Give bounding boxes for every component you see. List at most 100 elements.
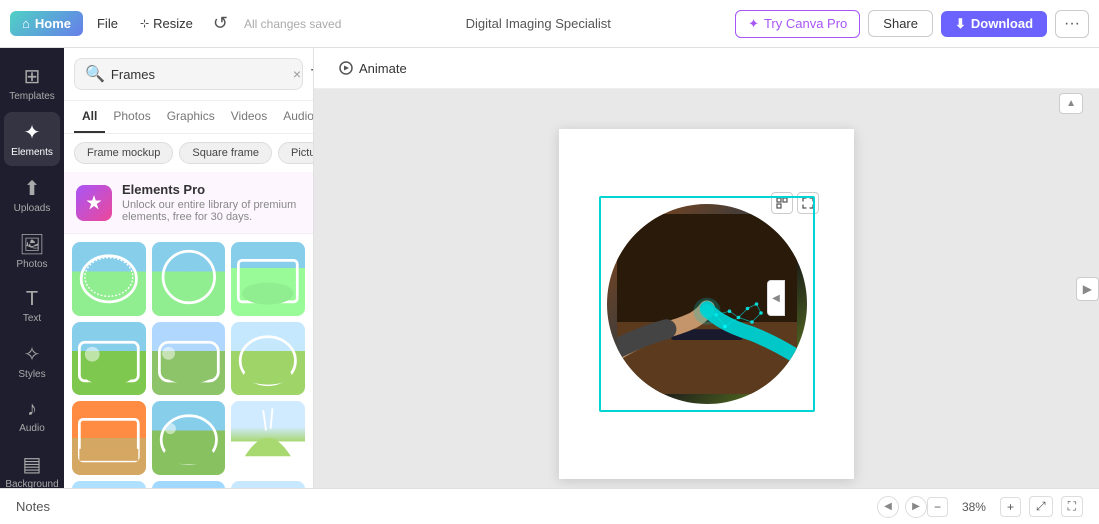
- animate-button[interactable]: Animate: [330, 56, 415, 80]
- prev-page-button[interactable]: ◀: [877, 496, 899, 518]
- undo-button[interactable]: ↺: [207, 9, 234, 38]
- sidebar-item-label: Audio: [19, 423, 45, 434]
- list-item[interactable]: [231, 481, 305, 488]
- search-box: 🔍 ×: [74, 58, 303, 90]
- pro-banner: Elements Pro Unlock our entire library o…: [64, 172, 313, 234]
- search-clear-button[interactable]: ×: [293, 66, 301, 82]
- notes-label: Notes: [16, 499, 877, 514]
- chip-square-frame[interactable]: Square frame: [179, 142, 272, 164]
- search-icon: 🔍: [85, 64, 105, 84]
- tab-all[interactable]: All: [74, 101, 105, 133]
- search-input[interactable]: [111, 67, 287, 82]
- sidebar-item-background[interactable]: ▤ Background: [4, 444, 60, 488]
- try-canva-label: Try Canva Pro: [764, 16, 847, 31]
- panel-search-area: 🔍 ×: [64, 48, 313, 101]
- download-label: Download: [971, 16, 1033, 31]
- next-page-button[interactable]: ▶: [905, 496, 927, 518]
- sidebar-item-label: Templates: [9, 91, 55, 102]
- text-icon: T: [26, 288, 38, 311]
- scroll-top-button[interactable]: ▲: [1059, 93, 1083, 114]
- list-item[interactable]: [231, 401, 305, 475]
- pro-title: Elements Pro: [122, 182, 301, 197]
- list-item[interactable]: [231, 242, 305, 316]
- list-item[interactable]: [152, 322, 226, 396]
- icon-sidebar: ⊞ Templates ✦ Elements ⬆ Uploads 🖼 Photo…: [0, 48, 64, 488]
- list-item[interactable]: [72, 481, 146, 488]
- audio-icon: ♪: [27, 398, 37, 421]
- sidebar-item-styles[interactable]: ✧ Styles: [4, 334, 60, 388]
- resize-button[interactable]: ⊹ Resize: [132, 11, 201, 36]
- download-icon: ⬇: [955, 16, 966, 32]
- styles-icon: ✧: [24, 342, 41, 367]
- download-button[interactable]: ⬇ Download: [941, 11, 1047, 37]
- home-icon: ⌂: [22, 16, 30, 31]
- fullscreen-button[interactable]: ⛶: [1061, 496, 1083, 517]
- topbar-right: ✦ Try Canva Pro Share ⬇ Download ···: [735, 10, 1089, 38]
- list-item[interactable]: [152, 481, 226, 488]
- tab-photos[interactable]: Photos: [105, 101, 158, 133]
- list-item[interactable]: [231, 322, 305, 396]
- main-area: ⊞ Templates ✦ Elements ⬆ Uploads 🖼 Photo…: [0, 48, 1099, 488]
- resize-icon: ⊹: [140, 17, 149, 30]
- sidebar-item-label: Photos: [16, 259, 47, 270]
- sidebar-item-audio[interactable]: ♪ Audio: [4, 390, 60, 442]
- tab-videos[interactable]: Videos: [223, 101, 275, 133]
- templates-icon: ⊞: [24, 64, 41, 89]
- sidebar-item-uploads[interactable]: ⬆ Uploads: [4, 168, 60, 222]
- sidebar-item-label: Background: [5, 479, 58, 488]
- sidebar-item-label: Text: [23, 313, 41, 324]
- panel-tabs: All Photos Graphics Videos Audio: [64, 101, 313, 134]
- sidebar-item-text[interactable]: T Text: [4, 280, 60, 332]
- share-button[interactable]: Share: [868, 10, 933, 37]
- uploads-icon: ⬆: [24, 176, 41, 201]
- scroll-right-button[interactable]: ▶: [1076, 277, 1099, 301]
- bottom-controls: − 38% + ⤢ ⛶: [927, 496, 1083, 517]
- resize-label: Resize: [153, 16, 193, 31]
- zoom-out-button[interactable]: −: [927, 497, 948, 517]
- topbar-center: Digital Imaging Specialist: [349, 16, 727, 31]
- list-item[interactable]: [152, 242, 226, 316]
- zoom-level: 38%: [956, 500, 992, 514]
- canvas-page: [559, 129, 854, 479]
- sidebar-item-label: Styles: [18, 369, 45, 380]
- topbar: ⌂ Home File ⊹ Resize ↺ All changes saved…: [0, 0, 1099, 48]
- zoom-in-button[interactable]: +: [1000, 497, 1021, 517]
- list-item[interactable]: [72, 401, 146, 475]
- file-button[interactable]: File: [89, 11, 126, 36]
- saved-status: All changes saved: [244, 17, 341, 31]
- canvas-area: Animate ▲: [314, 48, 1099, 488]
- canvas-toolbar: Animate: [314, 48, 1099, 89]
- tab-audio[interactable]: Audio: [275, 101, 314, 133]
- canvas-scroll[interactable]: ▲: [314, 89, 1099, 488]
- chip-picture-fr[interactable]: Picture fr…: [278, 142, 313, 164]
- home-button[interactable]: ⌂ Home: [10, 11, 83, 36]
- pro-icon: [76, 185, 112, 221]
- list-item[interactable]: [152, 401, 226, 475]
- tab-graphics[interactable]: Graphics: [159, 101, 223, 133]
- fit-screen-button[interactable]: ⤢: [1029, 496, 1053, 517]
- sidebar-item-label: Elements: [11, 147, 53, 158]
- try-canva-button[interactable]: ✦ Try Canva Pro: [735, 10, 860, 38]
- photos-icon: 🖼: [19, 232, 44, 257]
- panel-collapse-button[interactable]: ◀: [767, 280, 785, 316]
- topbar-left: ⌂ Home File ⊹ Resize ↺ All changes saved: [10, 9, 341, 38]
- list-item[interactable]: [72, 322, 146, 396]
- panel-chips: Frame mockup Square frame Picture fr…: [64, 134, 313, 172]
- bottom-bar: Notes ◀ ▶ − 38% + ⤢ ⛶: [0, 488, 1099, 524]
- elements-panel: 🔍 × All Photos Graphics Videos Audio F: [64, 48, 314, 488]
- elements-grid: [72, 242, 305, 488]
- panel-grid: [64, 234, 313, 488]
- sidebar-item-photos[interactable]: 🖼 Photos: [4, 224, 60, 278]
- animate-label: Animate: [359, 61, 407, 76]
- home-label: Home: [35, 16, 71, 31]
- sidebar-item-templates[interactable]: ⊞ Templates: [4, 56, 60, 110]
- pro-description: Unlock our entire library of premium ele…: [122, 199, 301, 223]
- canva-star-icon: ✦: [748, 16, 759, 32]
- elements-icon: ✦: [24, 120, 41, 145]
- more-options-button[interactable]: ···: [1055, 10, 1089, 38]
- background-icon: ▤: [23, 452, 42, 477]
- sidebar-item-elements[interactable]: ✦ Elements: [4, 112, 60, 166]
- canvas-page-content: [559, 129, 854, 479]
- chip-frame-mockup[interactable]: Frame mockup: [74, 142, 173, 164]
- list-item[interactable]: [72, 242, 146, 316]
